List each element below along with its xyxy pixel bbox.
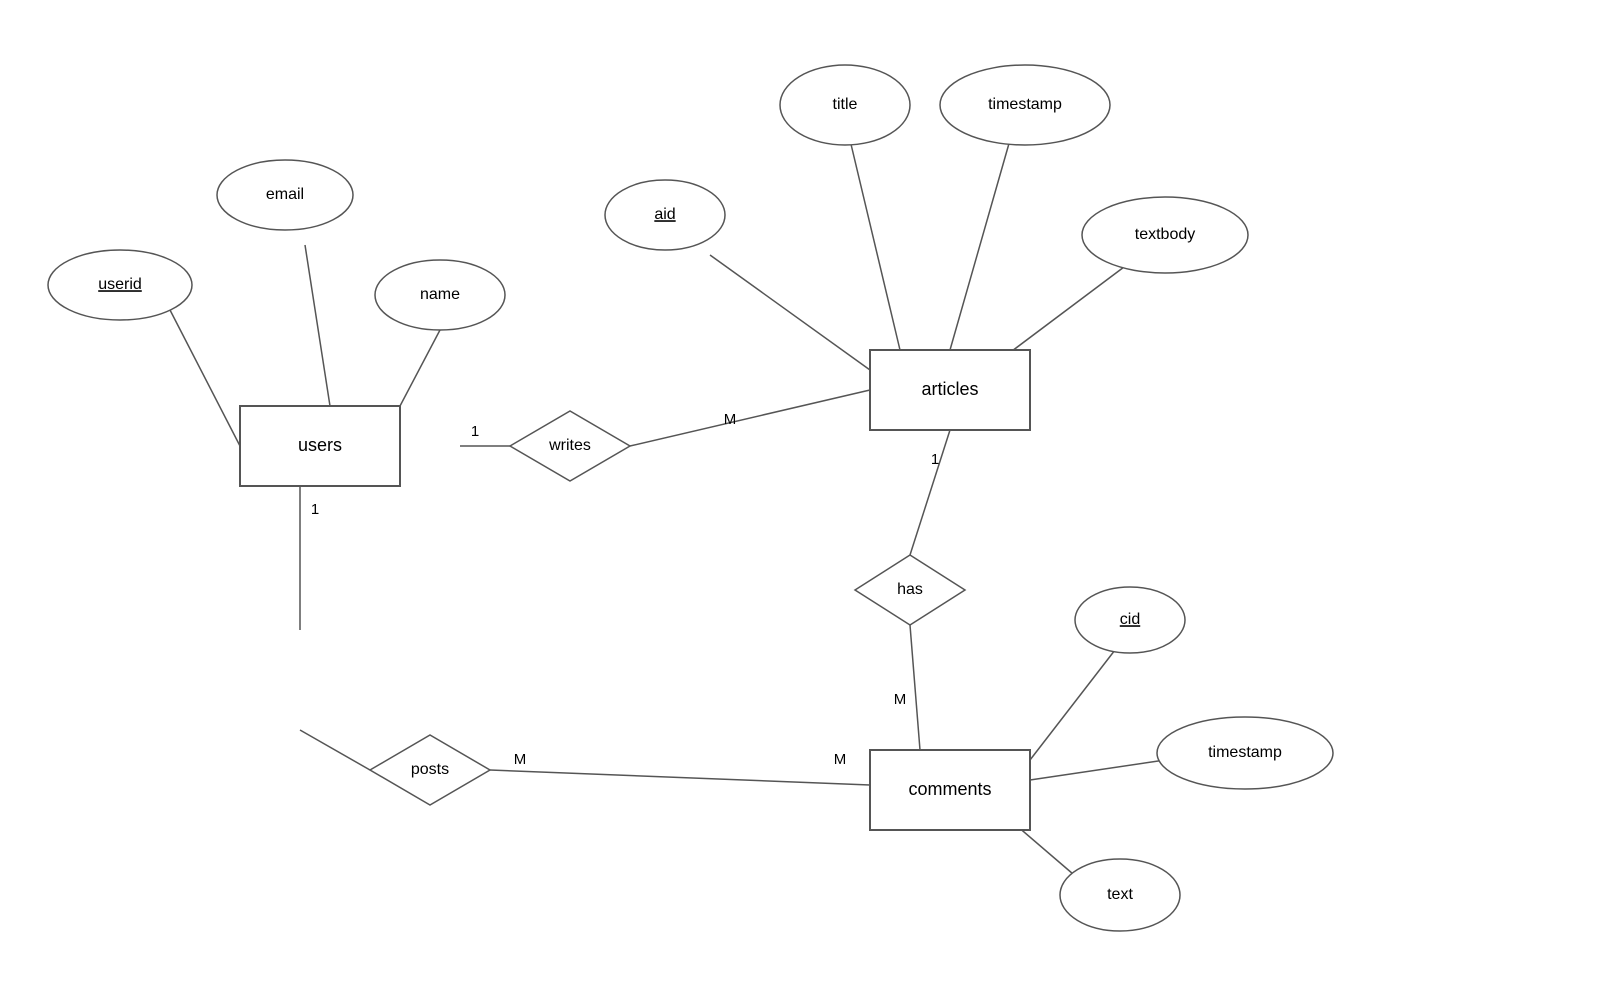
line-title xyxy=(850,140,900,350)
card-articles-has-1: 1 xyxy=(931,451,939,468)
relationship-has-label: has xyxy=(897,581,923,598)
line-email xyxy=(305,245,330,406)
line-userid xyxy=(170,310,240,446)
line-timestamp-a xyxy=(950,140,1010,350)
card-writes-1: 1 xyxy=(471,423,479,440)
line-articles-has xyxy=(910,430,950,555)
attr-timestamp-comments-label: timestamp xyxy=(1208,744,1282,761)
entity-articles-label: articles xyxy=(921,379,978,399)
card-comments-posts-m: M xyxy=(834,751,847,768)
line-posts-comments xyxy=(490,770,870,785)
attr-name-label: name xyxy=(420,286,460,303)
attr-timestamp-articles-label: timestamp xyxy=(988,96,1062,113)
attr-aid-label: aid xyxy=(654,206,675,223)
entity-users-label: users xyxy=(298,435,342,455)
relationship-writes-label: writes xyxy=(548,437,591,454)
card-writes-m: M xyxy=(724,411,737,428)
attr-textbody-label: textbody xyxy=(1135,226,1195,243)
card-has-comments-m: M xyxy=(894,691,907,708)
er-diagram: 1 M 1 1 M M M users articles comments wr… xyxy=(0,0,1606,998)
attr-text-comments-label: text xyxy=(1107,886,1133,903)
line-name xyxy=(400,330,440,406)
line-textbody xyxy=(1000,255,1140,360)
attr-email-label: email xyxy=(266,186,304,203)
entity-comments-label: comments xyxy=(908,779,991,799)
line-has-comments xyxy=(910,625,920,750)
attr-userid-label: userid xyxy=(98,276,142,293)
line-aid xyxy=(710,255,870,370)
relationship-posts-label: posts xyxy=(411,761,449,778)
line-writes-articles xyxy=(630,390,870,446)
attr-title-label: title xyxy=(833,96,858,113)
card-users-posts-1: 1 xyxy=(311,501,319,518)
line-users-posts xyxy=(300,730,370,770)
card-posts-m: M xyxy=(514,751,527,768)
line-cid xyxy=(1030,650,1115,760)
attr-cid-label: cid xyxy=(1120,611,1140,628)
line-timestamp-c xyxy=(1030,760,1165,780)
